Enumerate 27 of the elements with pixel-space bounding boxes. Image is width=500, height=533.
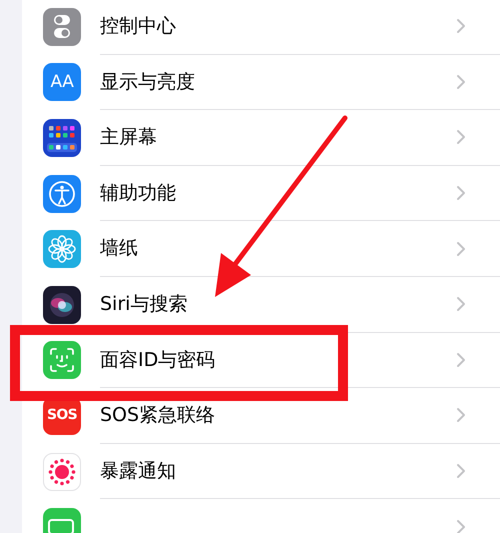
row-label: 显示与亮度: [100, 70, 195, 95]
row-label: 控制中心: [100, 14, 176, 40]
chevron-icon: [456, 407, 466, 424]
face-scan-icon: [43, 341, 81, 380]
chevron-icon: [456, 240, 466, 257]
text-size-icon: AA: [43, 63, 81, 102]
row-label: 墙纸: [100, 236, 138, 262]
app-grid-icon: [43, 118, 81, 157]
accessibility-icon: [43, 174, 81, 213]
chevron-icon: [456, 463, 466, 480]
chevron-icon: [456, 518, 466, 533]
flower-icon: [43, 230, 81, 268]
row-label: 主屏幕: [100, 125, 157, 150]
chevron-icon: [456, 352, 466, 368]
orb-icon: [43, 286, 81, 324]
chevron-icon: [456, 296, 466, 312]
chevron-icon: [456, 129, 466, 146]
row-label: 暴露通知: [100, 458, 176, 484]
row-label: 辅助功能: [100, 180, 176, 206]
chevron-icon: [456, 74, 466, 90]
row-label: 面容ID与密码: [100, 348, 216, 373]
chevron-icon: [456, 185, 466, 202]
chevron-icon: [456, 18, 466, 34]
exposure-icon: [43, 452, 81, 491]
row-label: Siri与搜索: [100, 292, 188, 318]
row-label: SOS紧急联络: [100, 403, 216, 428]
toggles-icon: [43, 8, 81, 46]
